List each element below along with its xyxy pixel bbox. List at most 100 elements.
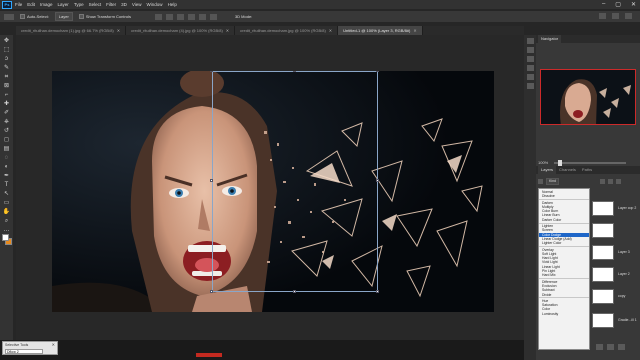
document-tab[interactable]: credit_rituilhan.democham (4).jpg @ 100%… (126, 26, 236, 35)
marquee-tool-icon[interactable]: ⬚ (3, 47, 11, 53)
link-layers-icon[interactable] (596, 344, 603, 350)
adjustment-filter-icon[interactable] (608, 179, 614, 184)
transform-handle-bottom-left[interactable] (210, 290, 213, 293)
foreground-color-swatch[interactable] (2, 234, 9, 241)
close-icon[interactable]: ✕ (117, 28, 120, 33)
tab-channels[interactable]: Channels (556, 166, 579, 174)
blend-mode-dropdown[interactable]: Normal Dissolve Darken Multiply Color Burn Li… (538, 188, 590, 350)
document-tab[interactable]: credit_rituilhan.democham.jpg @ 100% (RG… (235, 26, 339, 35)
transform-handle-bottom-right[interactable] (376, 290, 379, 293)
close-icon[interactable]: ✕ (631, 1, 636, 8)
zoom-slider[interactable] (554, 160, 626, 166)
pixel-filter-icon[interactable] (600, 179, 606, 184)
libraries-icon[interactable] (526, 65, 534, 71)
navigator-preview[interactable] (540, 69, 636, 125)
close-icon[interactable]: ✕ (226, 28, 229, 33)
hand-tool-icon[interactable]: ✋ (3, 209, 11, 215)
blend-mode-option[interactable]: Hard Mix (539, 273, 589, 277)
maximize-icon[interactable]: ▢ (615, 1, 621, 8)
transform-bounding-box[interactable] (212, 71, 378, 292)
align-center-icon[interactable] (165, 13, 173, 20)
blur-tool-icon[interactable]: ◌ (3, 155, 11, 161)
document-tab[interactable]: Untitled-1 @ 100% (Layer 3, RGB/8#) ✕ (338, 26, 423, 35)
transform-handle-bottom-center[interactable] (293, 290, 296, 293)
kind-filter-dropdown[interactable]: Kind (546, 178, 560, 185)
blend-mode-option[interactable]: Lighter Color (539, 241, 589, 245)
trash-icon[interactable] (618, 344, 625, 350)
brushes-icon[interactable] (526, 83, 534, 89)
history-icon[interactable] (526, 38, 534, 44)
dflow-field[interactable]: Dflow 2 (5, 349, 43, 354)
menu-type[interactable]: Type (74, 2, 84, 7)
move-tool-preset-icon[interactable] (4, 13, 14, 20)
quick-select-tool-icon[interactable]: ✎ (3, 65, 11, 71)
document-tab[interactable]: credit_rituilhan.democham (1).jpg @ 66.7… (16, 26, 127, 35)
move-tool-icon[interactable]: ✥ (3, 38, 11, 44)
lasso-tool-icon[interactable]: ↄ (3, 56, 11, 62)
new-layer-icon[interactable] (607, 344, 614, 350)
dodge-tool-icon[interactable]: ◐ (3, 164, 11, 170)
brush-tool-icon[interactable]: ✐ (3, 110, 11, 116)
minimize-icon[interactable]: – (602, 1, 605, 8)
layer-dropdown[interactable]: Layer (54, 12, 73, 21)
selective-tools-panel: Selective Tools ✕ Dflow 2 (2, 341, 58, 355)
menu-view[interactable]: View (132, 2, 142, 7)
menu-3d[interactable]: 3D (121, 2, 127, 7)
close-icon[interactable]: ✕ (52, 342, 55, 347)
frame-tool-icon[interactable]: ⊠ (3, 83, 11, 89)
align-top-icon[interactable] (187, 13, 195, 20)
healing-tool-icon[interactable]: ✚ (3, 101, 11, 107)
menu-select[interactable]: Select (89, 2, 102, 7)
transform-handle-middle-left[interactable] (210, 179, 213, 182)
shape-tool-icon[interactable]: ▭ (3, 200, 11, 206)
clone-stamp-tool-icon[interactable]: ⎈ (3, 119, 11, 125)
document-image[interactable] (52, 71, 494, 312)
tab-navigator[interactable]: Navigator (538, 35, 562, 43)
blend-mode-option[interactable]: Darker Color (539, 218, 589, 222)
canvas-area[interactable] (16, 35, 524, 340)
close-icon[interactable]: ✕ (329, 28, 332, 33)
menu-help[interactable]: Help (168, 2, 177, 7)
swatches-icon[interactable] (526, 74, 534, 80)
menu-image[interactable]: Image (40, 2, 53, 7)
eyedropper-tool-icon[interactable]: ⌐ (3, 92, 11, 98)
pen-tool-icon[interactable]: ✒ (3, 173, 11, 179)
type-tool-icon[interactable]: T (3, 182, 11, 188)
tab-layers[interactable]: Layers (538, 166, 557, 174)
transform-handle-top-center[interactable] (293, 71, 296, 72)
transform-handle-top-right[interactable] (376, 71, 379, 72)
search-icon[interactable] (599, 13, 606, 19)
blend-mode-option[interactable]: Divide (539, 293, 589, 297)
history-brush-tool-icon[interactable]: ↺ (3, 128, 11, 134)
path-select-tool-icon[interactable]: ↖ (3, 191, 11, 197)
align-middle-icon[interactable] (198, 13, 206, 20)
align-left-icon[interactable] (154, 13, 162, 20)
workspace-icon[interactable] (612, 13, 619, 19)
menu-window[interactable]: Window (147, 2, 163, 7)
type-filter-icon[interactable] (616, 179, 622, 184)
blend-mode-option[interactable]: Luminosity (539, 312, 589, 316)
close-icon[interactable]: ✕ (413, 28, 416, 33)
menu-file[interactable]: File (15, 2, 22, 7)
menu-filter[interactable]: Filter (106, 2, 116, 7)
menu-layer[interactable]: Layer (58, 2, 69, 7)
menu-edit[interactable]: Edit (27, 2, 35, 7)
transform-controls-toggle[interactable]: Show Transform Controls (78, 14, 131, 19)
zoom-tool-icon[interactable]: ⌕ (3, 218, 11, 224)
navigator-thumbnail (541, 70, 635, 124)
share-icon[interactable] (625, 13, 632, 19)
eraser-tool-icon[interactable]: ◻ (3, 137, 11, 143)
align-right-icon[interactable] (176, 13, 184, 20)
properties-icon[interactable] (526, 47, 534, 53)
tab-paths[interactable]: Paths (578, 166, 596, 174)
more-tools-icon[interactable]: … (3, 227, 11, 233)
crop-tool-icon[interactable]: ⌗ (3, 74, 11, 80)
blend-mode-option[interactable]: Dissolve (539, 194, 589, 198)
transform-handle-middle-right[interactable] (376, 179, 379, 182)
align-bottom-icon[interactable] (209, 13, 217, 20)
auto-select-toggle[interactable]: Auto-Select: (20, 14, 49, 19)
transform-handle-top-left[interactable] (210, 71, 213, 72)
gradient-tool-icon[interactable]: ▤ (3, 146, 11, 152)
adjustments-icon[interactable] (526, 56, 534, 62)
navigator-zoom-value[interactable]: 100% (538, 160, 548, 165)
